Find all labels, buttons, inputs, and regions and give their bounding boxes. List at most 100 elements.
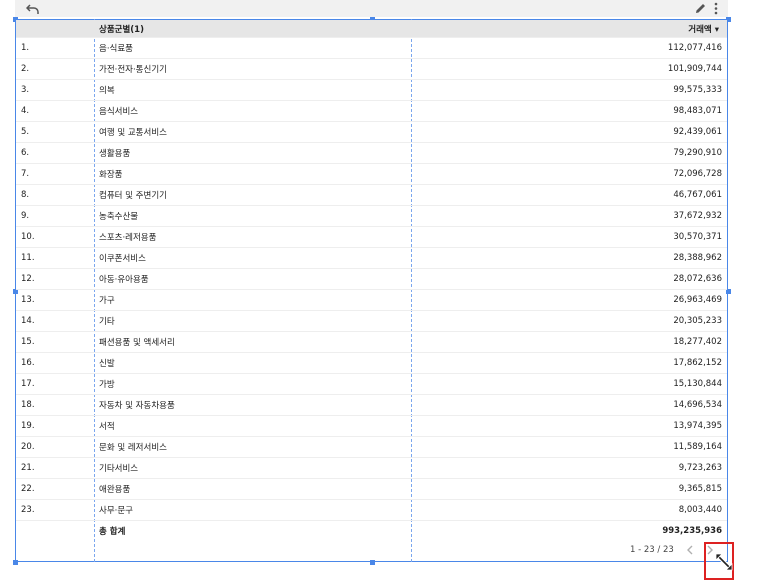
row-number: 16. [16, 352, 95, 374]
row-number: 10. [16, 226, 95, 248]
row-number: 5. [16, 121, 95, 143]
table-row: 14. 기타 20,305,233 [16, 310, 727, 332]
category-cell: 기타서비스 [95, 457, 443, 479]
table-row: 18. 자동차 및 자동차용품 14,696,534 [16, 394, 727, 416]
row-number: 4. [16, 100, 95, 122]
table-row: 12. 아동·유아용품 28,072,636 [16, 268, 727, 290]
category-cell: 이쿠폰서비스 [95, 247, 443, 269]
value-cell: 9,723,263 [442, 457, 727, 479]
category-cell: 애완용품 [95, 478, 443, 500]
value-cell: 72,096,728 [442, 163, 727, 185]
table-row: 11. 이쿠폰서비스 28,388,962 [16, 247, 727, 269]
category-cell: 의복 [95, 79, 443, 101]
table-row: 21. 기타서비스 9,723,263 [16, 457, 727, 479]
value-cell: 17,862,152 [442, 352, 727, 374]
category-cell: 기타 [95, 310, 443, 332]
table-row: 7. 화장품 72,096,728 [16, 163, 727, 185]
table-row: 16. 신발 17,862,152 [16, 352, 727, 374]
row-number: 13. [16, 289, 95, 311]
category-cell: 컴퓨터 및 주변기기 [95, 184, 443, 206]
row-number: 2. [16, 58, 95, 80]
value-cell: 98,483,071 [442, 100, 727, 122]
row-number: 11. [16, 247, 95, 269]
total-value: 993,235,936 [442, 520, 727, 541]
value-cell: 13,974,395 [442, 415, 727, 437]
value-cell: 14,696,534 [442, 394, 727, 416]
more-vert-icon[interactable] [712, 1, 720, 16]
table-row: 22. 애완용품 9,365,815 [16, 478, 727, 500]
header-value-label: 거래액 [688, 24, 712, 35]
value-cell: 79,290,910 [442, 142, 727, 164]
table-row: 23. 사무·문구 8,003,440 [16, 499, 727, 521]
header-value[interactable]: 거래액 ▾ [442, 20, 727, 38]
value-cell: 20,305,233 [442, 310, 727, 332]
row-number: 19. [16, 415, 95, 437]
table-row: 13. 가구 26,963,469 [16, 289, 727, 311]
row-number: 18. [16, 394, 95, 416]
table-row: 4. 음식서비스 98,483,071 [16, 100, 727, 122]
value-cell: 28,388,962 [442, 247, 727, 269]
table-row: 20. 문화 및 레저서비스 11,589,164 [16, 436, 727, 458]
chevron-left-icon[interactable] [686, 543, 694, 557]
total-row: 총 합계 993,235,936 [16, 520, 727, 541]
category-cell: 문화 및 레저서비스 [95, 436, 443, 458]
table-row: 3. 의복 99,575,333 [16, 79, 727, 101]
header-category[interactable]: 상품군별(1) [95, 20, 443, 38]
table-header-row: 상품군별(1) 거래액 ▾ [16, 20, 727, 38]
row-number: 8. [16, 184, 95, 206]
row-number: 9. [16, 205, 95, 227]
value-cell: 11,589,164 [442, 436, 727, 458]
pencil-icon[interactable] [694, 2, 707, 15]
category-cell: 신발 [95, 352, 443, 374]
row-number: 20. [16, 436, 95, 458]
value-cell: 18,277,402 [442, 331, 727, 353]
value-cell: 99,575,333 [442, 79, 727, 101]
table-row: 10. 스포츠·레저용품 30,570,371 [16, 226, 727, 248]
row-number: 1. [16, 37, 95, 59]
resize-handle[interactable] [13, 560, 18, 565]
table-row: 9. 농축수산물 37,672,932 [16, 205, 727, 227]
category-cell: 가전·전자·통신기기 [95, 58, 443, 80]
category-cell: 화장품 [95, 163, 443, 185]
row-number: 22. [16, 478, 95, 500]
category-cell: 사무·문구 [95, 499, 443, 521]
category-cell: 생활용품 [95, 142, 443, 164]
value-cell: 112,077,416 [442, 37, 727, 59]
row-number: 3. [16, 79, 95, 101]
resize-handle-icon[interactable] [713, 551, 735, 573]
category-cell: 패션용품 및 액세서리 [95, 331, 443, 353]
row-number: 7. [16, 163, 95, 185]
row-number: 15. [16, 331, 95, 353]
undo-icon[interactable] [26, 2, 40, 15]
row-number: 17. [16, 373, 95, 395]
chart-toolbar [15, 0, 728, 17]
row-number: 12. [16, 268, 95, 290]
total-label: 총 합계 [95, 520, 443, 541]
sort-desc-icon[interactable]: ▾ [715, 25, 719, 35]
value-cell: 30,570,371 [442, 226, 727, 248]
table-row: 15. 패션용품 및 액세서리 18,277,402 [16, 331, 727, 353]
category-cell: 농축수산물 [95, 205, 443, 227]
value-cell: 37,672,932 [442, 205, 727, 227]
row-number: 6. [16, 142, 95, 164]
value-cell: 8,003,440 [442, 499, 727, 521]
value-cell: 9,365,815 [442, 478, 727, 500]
value-cell: 92,439,061 [442, 121, 727, 143]
category-cell: 아동·유아용품 [95, 268, 443, 290]
table-row: 8. 컴퓨터 및 주변기기 46,767,061 [16, 184, 727, 206]
resize-handle[interactable] [370, 560, 375, 565]
category-cell: 음식서비스 [95, 100, 443, 122]
category-cell: 여행 및 교통서비스 [95, 121, 443, 143]
value-cell: 15,130,844 [442, 373, 727, 395]
table-row: 1. 음·식료품 112,077,416 [16, 37, 727, 59]
row-number: 21. [16, 457, 95, 479]
value-cell: 26,963,469 [442, 289, 727, 311]
table-row: 2. 가전·전자·통신기기 101,909,744 [16, 58, 727, 80]
category-cell: 서적 [95, 415, 443, 437]
table-row: 19. 서적 13,974,395 [16, 415, 727, 437]
value-cell: 101,909,744 [442, 58, 727, 80]
value-cell: 46,767,061 [442, 184, 727, 206]
total-number [16, 520, 95, 541]
table-row: 6. 생활용품 79,290,910 [16, 142, 727, 164]
table-row: 5. 여행 및 교통서비스 92,439,061 [16, 121, 727, 143]
